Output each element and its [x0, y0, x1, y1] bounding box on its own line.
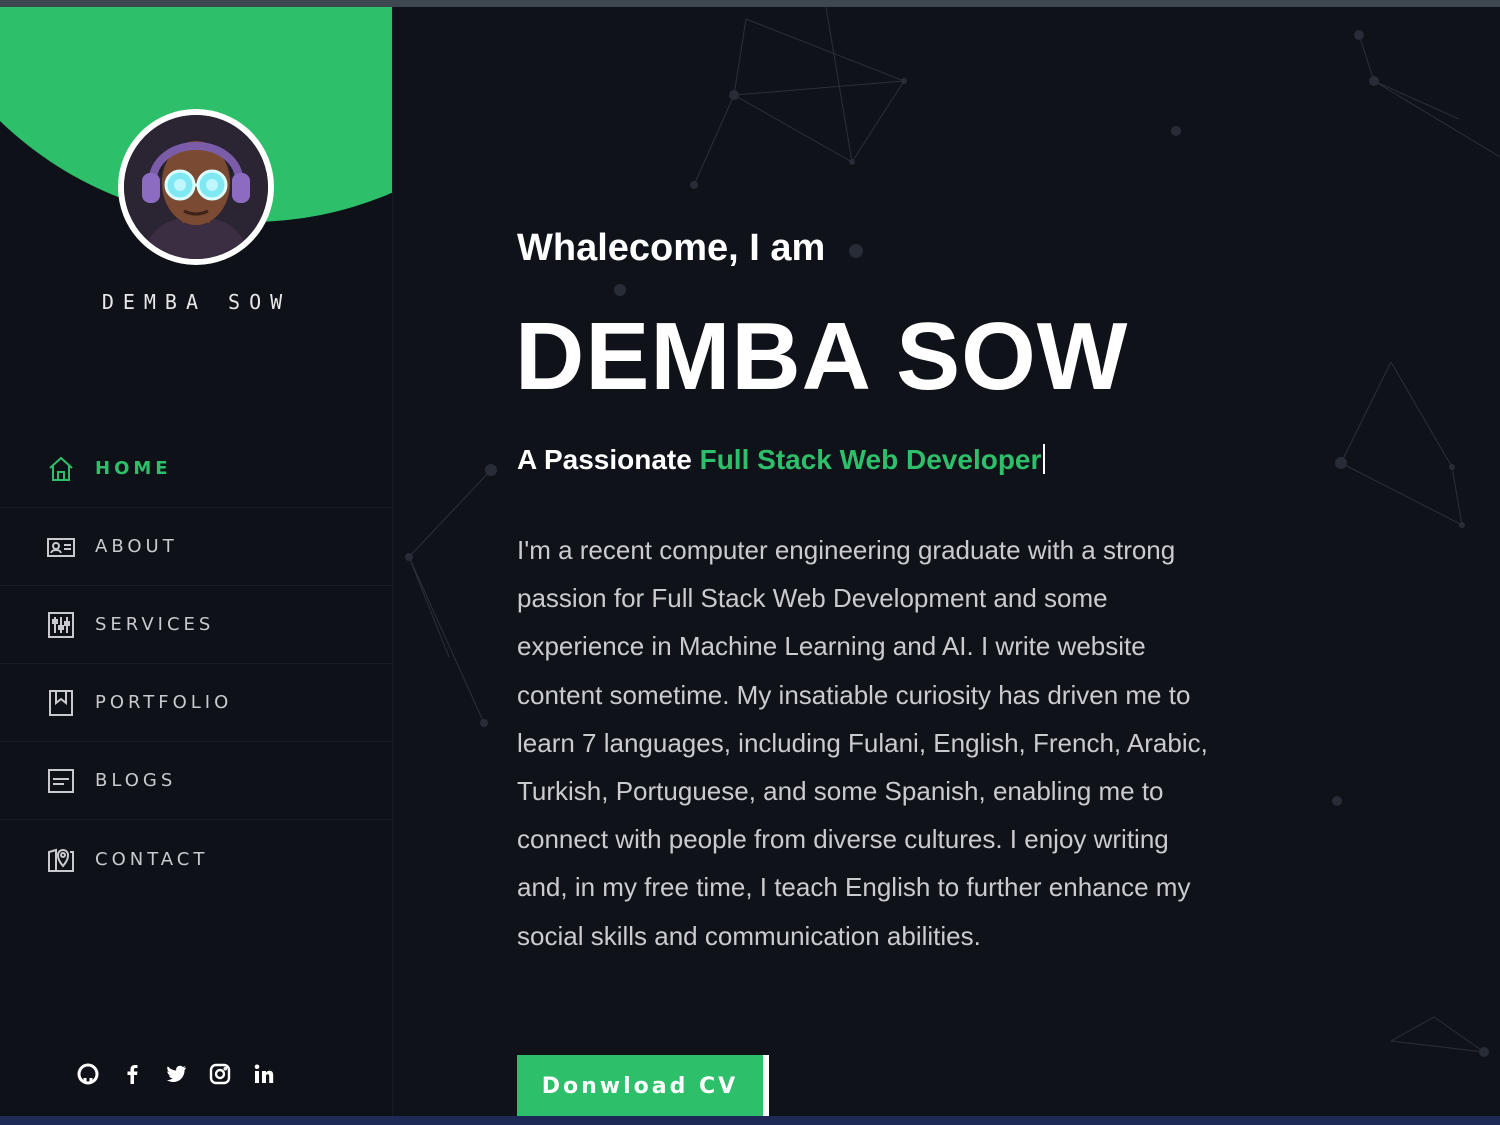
linkedin-icon[interactable] [251, 1061, 277, 1087]
social-links [75, 1061, 277, 1087]
hero-name: DEMBA SOW [515, 303, 1129, 410]
nav-label-contact: CONTACT [95, 848, 209, 870]
tagline-role: Full Stack Web Developer [699, 444, 1042, 475]
instagram-icon[interactable] [207, 1061, 233, 1087]
sliders-icon [46, 610, 76, 640]
bookmark-icon [46, 688, 76, 718]
avatar [118, 109, 274, 265]
nav-label-home: HOME [95, 458, 172, 479]
github-icon[interactable] [75, 1061, 101, 1087]
id-card-icon [46, 532, 76, 562]
hero-bio: I'm a recent computer engineering gradua… [517, 535, 1208, 951]
nav-label-blogs: BLOGS [95, 770, 177, 791]
nav-item-blogs[interactable]: BLOGS [0, 742, 392, 820]
nav-label-about: ABOUT [95, 536, 178, 557]
nav-item-portfolio[interactable]: PORTFOLIO [0, 664, 392, 742]
avatar-image [124, 115, 268, 259]
download-cv-button[interactable]: Donwload CV [517, 1055, 769, 1116]
nav-item-home[interactable]: HOME [0, 430, 392, 508]
hero-tagline: A Passionate Full Stack Web Developer [517, 444, 1046, 476]
window-top-bar [0, 0, 1500, 7]
nav-label-services: SERVICES [95, 614, 215, 635]
blog-icon [46, 766, 76, 796]
nav-item-services[interactable]: SERVICES [0, 586, 392, 664]
hero-section: Whalecome, I am DEMBA SOW A Passionate F… [394, 7, 1500, 1116]
tagline-prefix: A Passionate [517, 444, 692, 475]
twitter-icon[interactable] [163, 1061, 189, 1087]
nav-label-portfolio: PORTFOLIO [95, 692, 233, 713]
sidebar: DEMBA SOW HOME ABOUT SERVICES PORTFOLIO … [0, 7, 393, 1116]
typing-caret [1043, 444, 1046, 474]
nav-item-about[interactable]: ABOUT [0, 508, 392, 586]
sidebar-name: DEMBA SOW [101, 290, 292, 314]
nav-item-contact[interactable]: CONTACT [0, 820, 392, 898]
map-pin-icon [46, 844, 76, 874]
hero-greeting: Whalecome, I am [517, 227, 826, 269]
window-bottom-bar [0, 1116, 1500, 1125]
home-icon [46, 454, 76, 484]
facebook-icon[interactable] [119, 1061, 145, 1087]
main-nav: HOME ABOUT SERVICES PORTFOLIO BLOGS CONT… [0, 430, 392, 898]
